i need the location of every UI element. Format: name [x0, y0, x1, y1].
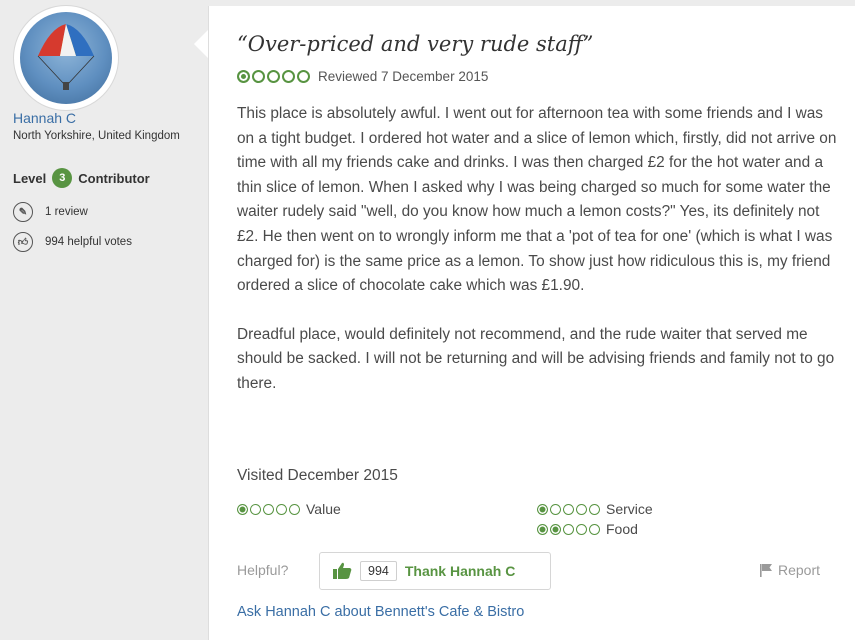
visited-date: Visited December 2015 — [237, 467, 398, 484]
helpful-votes-stat: 👍︎ 994 helpful votes — [13, 232, 132, 252]
review-rating-row: Reviewed 7 December 2015 — [237, 69, 488, 84]
rating-bubble-empty — [282, 70, 295, 83]
reviews-count: 1 review — [45, 206, 88, 218]
food-rating-bubbles — [537, 523, 600, 535]
thumbs-up-outline-icon: 👍︎ — [13, 232, 33, 252]
level-title: Contributor — [78, 170, 150, 186]
rating-bubble-empty — [263, 503, 274, 515]
rating-bubble-empty — [563, 523, 574, 535]
service-rating-bubbles — [537, 503, 600, 515]
rating-bubble-filled — [537, 523, 548, 535]
review-paragraph-2: Dreadful place, would definitely not rec… — [237, 325, 835, 392]
rating-bubble-empty — [576, 503, 587, 515]
reviewed-date: Reviewed 7 December 2015 — [318, 69, 489, 84]
rating-bubble-empty — [250, 503, 261, 515]
reviews-count-stat[interactable]: ✎ 1 review — [13, 202, 88, 222]
rating-bubble-empty — [589, 503, 600, 515]
sub-rating-service: Service — [537, 501, 653, 517]
level-badge: 3 — [52, 168, 73, 188]
rating-bubble-empty — [297, 70, 310, 83]
sub-rating-value: Value — [237, 501, 341, 517]
rating-bubble-empty — [267, 70, 280, 83]
ask-reviewer-link[interactable]: Ask Hannah C about Bennett's Cafe & Bist… — [237, 604, 524, 620]
rating-bubble-empty — [576, 523, 587, 535]
thank-label: Thank Hannah C — [404, 563, 516, 579]
report-link[interactable]: Report — [759, 562, 820, 578]
service-label: Service — [606, 501, 653, 517]
value-rating-bubbles — [237, 503, 300, 515]
review-body: This place is absolutely awful. I went o… — [237, 102, 837, 421]
thumbs-up-icon — [333, 562, 352, 579]
rating-bubble-empty — [276, 503, 287, 515]
rating-bubble-filled — [537, 503, 548, 515]
pen-icon: ✎ — [13, 202, 33, 222]
helpful-votes: 994 helpful votes — [45, 236, 132, 248]
reviewer-level: Level 3 Contributor — [13, 168, 150, 188]
thank-reviewer-button[interactable]: 994 Thank Hannah C — [319, 552, 551, 590]
reviewer-location: North Yorkshire, United Kingdom — [13, 130, 180, 142]
rating-bubble-filled — [237, 503, 248, 515]
rating-bubble-filled — [237, 70, 250, 83]
reviewer-name[interactable]: Hannah C — [13, 110, 76, 126]
value-label: Value — [306, 501, 341, 517]
avatar-photo — [20, 12, 112, 104]
flag-icon — [760, 564, 772, 577]
rating-bubble-empty — [589, 523, 600, 535]
sub-rating-food: Food — [537, 521, 638, 537]
food-label: Food — [606, 521, 638, 537]
card-pointer — [194, 30, 208, 58]
review-card: “Over-priced and very rude staff” Review… — [208, 6, 855, 640]
rating-bubble-empty — [563, 503, 574, 515]
rating-bubble-empty — [550, 503, 561, 515]
rating-bubble-filled — [550, 523, 561, 535]
review-title[interactable]: “Over-priced and very rude staff” — [237, 32, 593, 56]
reviewer-sidebar: Hannah C North Yorkshire, United Kingdom… — [0, 0, 196, 640]
helpful-label: Helpful? — [237, 562, 289, 578]
helpful-count: 994 — [360, 561, 397, 581]
report-label: Report — [778, 562, 821, 578]
review-rating-bubbles — [237, 70, 310, 83]
review-paragraph-1: This place is absolutely awful. I went o… — [237, 105, 837, 295]
rating-bubble-empty — [252, 70, 265, 83]
rating-bubble-empty — [289, 503, 300, 515]
level-label: Level — [13, 170, 47, 186]
reviewer-avatar[interactable] — [14, 6, 118, 110]
